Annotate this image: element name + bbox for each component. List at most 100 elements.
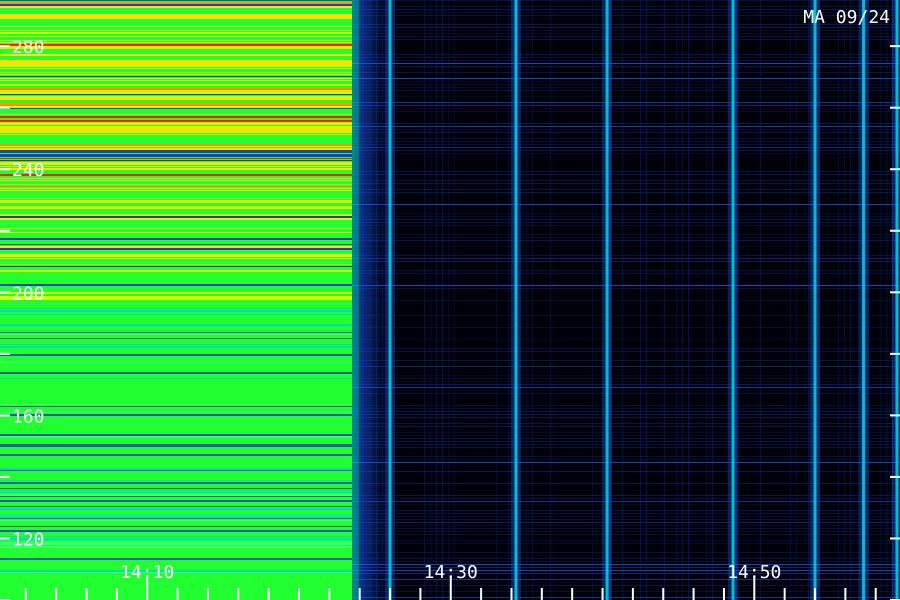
heatmap-row [0, 246, 353, 248]
heatmap-row [0, 266, 353, 267]
heatmap-row [0, 188, 353, 189]
heatmap-row [0, 444, 353, 446]
heatmap-row [0, 544, 353, 545]
heatmap-column [790, 0, 792, 600]
transition-column [371, 0, 373, 600]
heatmap-row [0, 144, 353, 146]
heatmap-row [0, 378, 353, 379]
heatmap-row [0, 114, 353, 115]
heatmap-row [0, 4, 353, 6]
heatmap-row [0, 436, 353, 438]
heatmap-row [0, 124, 353, 125]
heatmap-row [0, 254, 353, 256]
transition-column [362, 0, 365, 600]
heatmap-row [0, 514, 353, 515]
heatmap-column [526, 0, 528, 600]
heatmap-row [0, 332, 353, 333]
heatmap-column [640, 0, 642, 600]
heatmap-row [0, 570, 353, 572]
heatmap-row [0, 180, 353, 181]
transition-column [374, 0, 377, 600]
heatmap-row [0, 296, 353, 298]
heatmap-column [664, 0, 666, 600]
heatmap-row [0, 324, 353, 326]
heatmap-row [0, 168, 353, 170]
heatmap-column [844, 0, 846, 600]
transition-band [352, 0, 389, 600]
heatmap-row [0, 518, 353, 519]
heatmap-row [0, 334, 353, 335]
x-tick-label: 14:10 [120, 562, 174, 583]
heatmap-column [808, 0, 810, 600]
heatmap-row [0, 238, 353, 240]
heatmap-row [0, 338, 353, 339]
heatmap-row [0, 104, 353, 106]
heatmap-row [0, 270, 353, 272]
heatmap-row [0, 96, 353, 98]
heatmap-row [0, 412, 353, 413]
heatmap-row [0, 64, 353, 66]
y-tick-label: 280 [12, 37, 45, 58]
heatmap-row [0, 572, 353, 573]
heatmap-column [712, 0, 714, 600]
heatmap-row [0, 520, 353, 521]
heatmap-row [0, 16, 353, 18]
heatmap-row [0, 160, 353, 161]
heatmap-column [448, 0, 450, 600]
heatmap-row [0, 482, 353, 484]
transition-column [365, 0, 367, 600]
heatmap-row [0, 178, 353, 179]
heatmap-row [0, 310, 353, 312]
heatmap-row [0, 354, 353, 356]
transition-column [378, 0, 380, 600]
heatmap-column [592, 0, 594, 600]
heatmap-row [0, 558, 353, 560]
burst-5 [810, 0, 821, 600]
heatmap-row [0, 66, 353, 67]
heatmap-column [688, 0, 690, 600]
x-tick-label: 14:30 [424, 562, 478, 583]
transition-column [366, 0, 368, 600]
transition-column [352, 0, 354, 600]
heatmap-column [532, 0, 534, 600]
burst-core [514, 0, 518, 600]
heatmap-row [0, 530, 353, 532]
transition-column [358, 0, 360, 600]
heatmap-column [838, 0, 840, 600]
heatmap-row [0, 92, 353, 94]
heatmap-row [0, 162, 353, 164]
heatmap-column [436, 0, 438, 600]
transition-column [361, 0, 363, 600]
heatmap-row [0, 488, 353, 489]
heatmap-row [0, 14, 353, 16]
transition-column [353, 0, 355, 600]
heatmap-row [0, 542, 353, 544]
transition-column [382, 0, 384, 600]
heatmap-row [0, 74, 353, 75]
heatmap-row [0, 90, 353, 92]
heatmap-row [0, 208, 353, 209]
heatmap-row [0, 244, 353, 245]
heatmap-row [0, 372, 353, 374]
heatmap-row [0, 256, 353, 257]
heatmap-row [0, 308, 353, 309]
heatmap-row [0, 414, 353, 416]
heatmap-row [0, 284, 353, 286]
heatmap-column [442, 0, 444, 600]
heatmap-row [0, 76, 353, 77]
transition-column [360, 0, 362, 600]
chart-title: MA 09/24 [803, 7, 890, 28]
y-tick-label: 240 [12, 160, 45, 181]
heatmap-row [0, 508, 353, 510]
heatmap-row [0, 164, 353, 165]
heatmap-column [424, 0, 426, 600]
heatmap-row [0, 126, 353, 128]
heatmap-column [682, 0, 684, 600]
heatmap-row [0, 492, 353, 493]
heatmap-row [0, 362, 353, 363]
burst-core [388, 0, 392, 600]
transition-column [373, 0, 375, 600]
heatmap-row [0, 500, 353, 502]
burst-core [731, 0, 735, 600]
transition-column [379, 0, 381, 600]
